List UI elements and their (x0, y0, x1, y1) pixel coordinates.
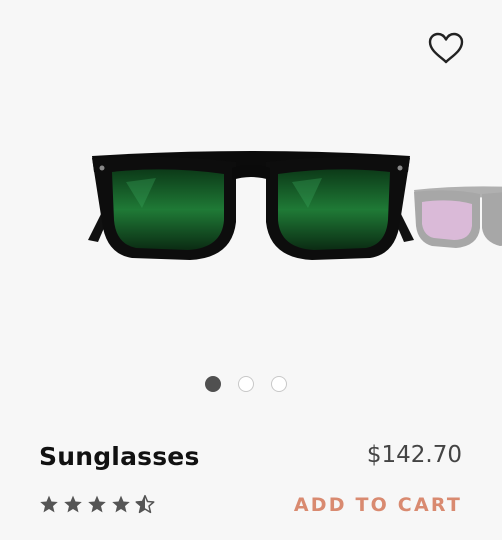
product-rating (39, 494, 155, 514)
star-half-icon (135, 494, 155, 514)
add-to-cart-button[interactable]: ADD TO CART (294, 494, 462, 516)
star-filled-icon (40, 495, 58, 513)
next-product-image-preview[interactable] (410, 182, 502, 252)
heart-icon (428, 32, 464, 64)
favorite-button[interactable] (426, 29, 466, 67)
product-image (88, 151, 414, 260)
product-card: Sunglasses $142.70 ADD TO CART (0, 0, 502, 540)
carousel-dot-3[interactable] (271, 376, 287, 392)
carousel-dot-1[interactable] (205, 376, 221, 392)
carousel-dot-2[interactable] (238, 376, 254, 392)
product-name: Sunglasses (39, 442, 200, 471)
star-filled-icon (112, 495, 130, 513)
carousel-pagination (205, 376, 287, 392)
product-price: $142.70 (366, 442, 462, 468)
star-filled-icon (64, 495, 82, 513)
product-image-carousel[interactable] (0, 100, 502, 320)
star-filled-icon (88, 495, 106, 513)
